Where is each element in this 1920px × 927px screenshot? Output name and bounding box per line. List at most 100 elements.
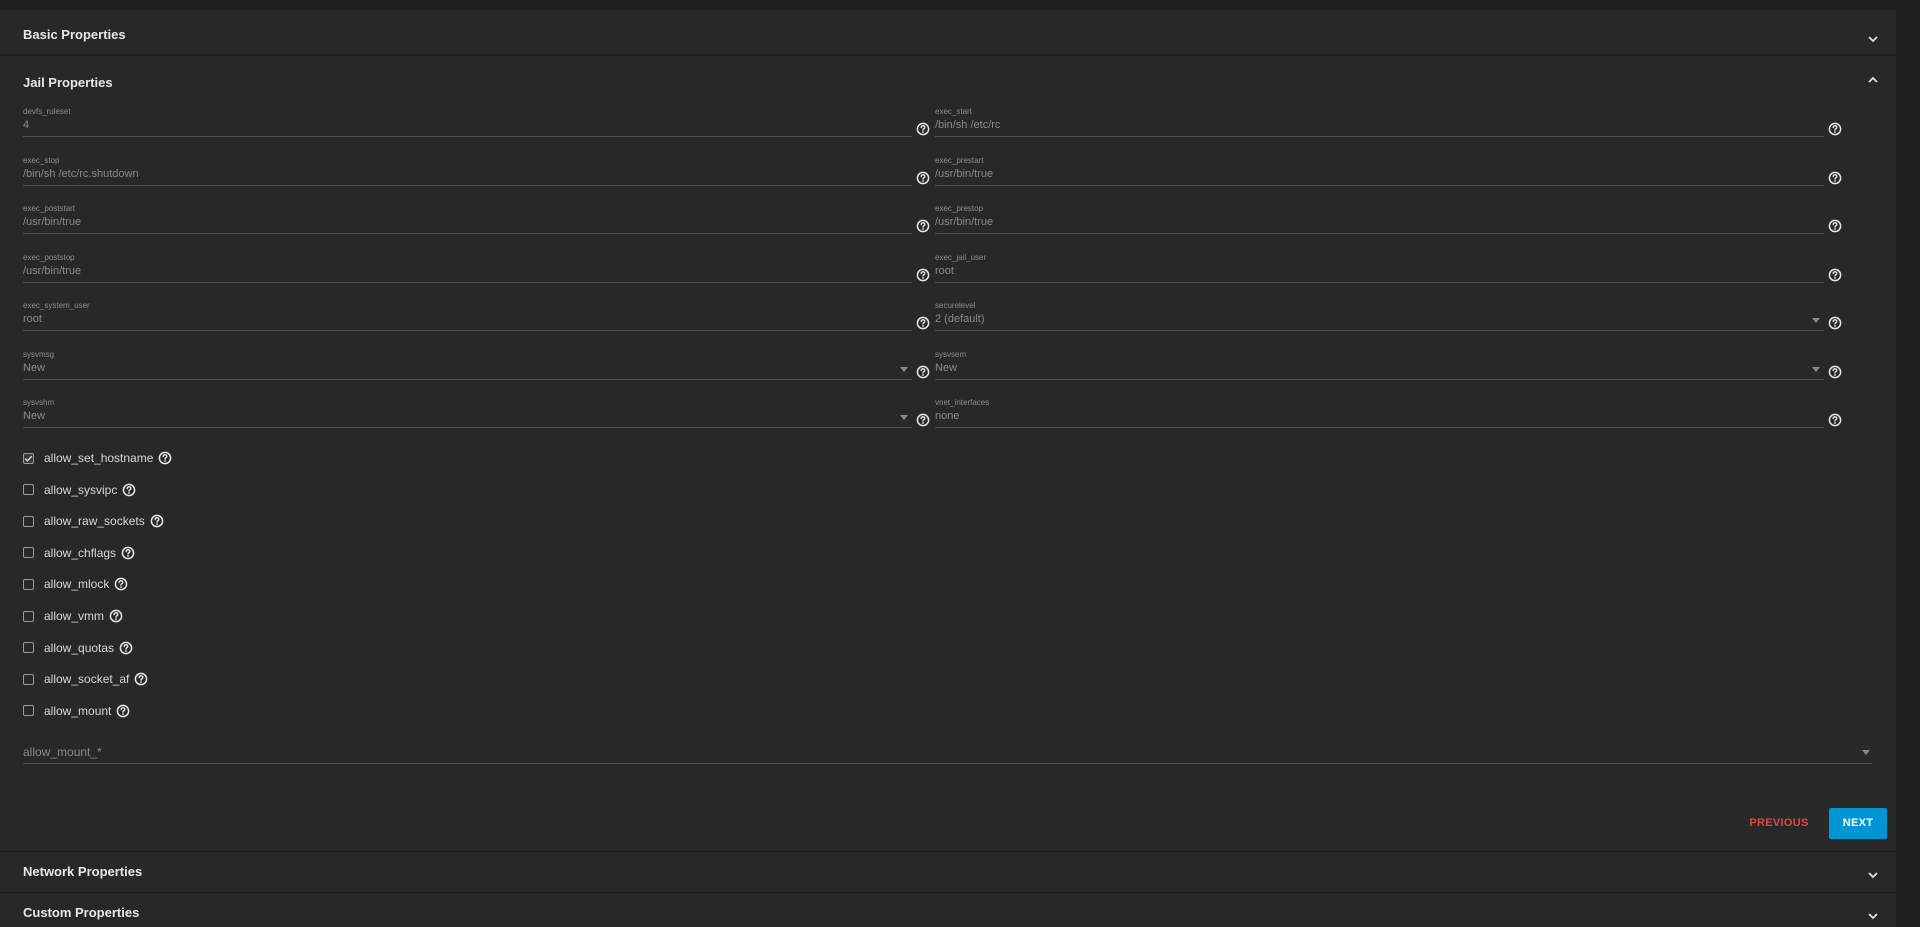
help-icon[interactable]	[1828, 413, 1842, 427]
allow-chflags-checkbox-row[interactable]: allow_chflags	[23, 545, 135, 561]
next-button[interactable]: NEXT	[1829, 808, 1887, 839]
field-value[interactable]: root	[935, 265, 954, 277]
basic-properties-panel[interactable]: Basic Properties	[0, 10, 1896, 54]
field-label: exec_prestop	[935, 204, 984, 213]
checkbox-label[interactable]: allow_sysvipc	[44, 483, 117, 497]
field-value[interactable]: /usr/bin/true	[935, 216, 993, 228]
help-icon[interactable]	[916, 219, 930, 233]
sysvshm-field[interactable]: sysvshm New	[23, 398, 930, 436]
checkbox-label[interactable]: allow_quotas	[44, 641, 114, 655]
dropdown-caret-icon[interactable]	[1812, 318, 1820, 323]
help-icon[interactable]	[158, 451, 172, 465]
allow-mlock-checkbox[interactable]	[23, 578, 34, 590]
allow-sysvipc-checkbox[interactable]	[23, 484, 34, 496]
allow-sysvipc-checkbox-row[interactable]: allow_sysvipc	[23, 482, 136, 498]
help-icon[interactable]	[1828, 219, 1842, 233]
chevron-up-icon[interactable]	[1866, 73, 1880, 87]
previous-button[interactable]: PREVIOUS	[1744, 813, 1814, 833]
checkbox-label[interactable]: allow_chflags	[44, 546, 116, 560]
sysvsem-field[interactable]: sysvsem New	[935, 350, 1842, 388]
field-value[interactable]: New	[935, 362, 957, 374]
allow-socket-af-checkbox-row[interactable]: allow_socket_af	[23, 671, 148, 687]
help-icon[interactable]	[1828, 268, 1842, 282]
help-icon[interactable]	[916, 171, 930, 185]
checkbox-label[interactable]: allow_mlock	[44, 577, 109, 591]
help-icon[interactable]	[1828, 171, 1842, 185]
field-value[interactable]: /usr/bin/true	[23, 216, 81, 228]
help-icon[interactable]	[122, 483, 136, 497]
field-underline	[23, 763, 1872, 764]
field-value[interactable]: /usr/bin/true	[935, 168, 993, 180]
help-icon[interactable]	[916, 268, 930, 282]
field-label: sysvmsg	[23, 349, 55, 359]
help-icon[interactable]	[150, 514, 164, 528]
allow-set-hostname-checkbox-row[interactable]: allow_set_hostname	[23, 450, 172, 466]
allow-chflags-checkbox[interactable]	[23, 547, 34, 559]
field-value[interactable]: root	[23, 313, 42, 325]
field-value[interactable]: New	[23, 410, 45, 422]
checkbox-label[interactable]: allow_socket_af	[44, 672, 129, 686]
checkbox-label[interactable]: allow_vmm	[44, 609, 104, 623]
allow-quotas-checkbox-row[interactable]: allow_quotas	[23, 640, 133, 656]
help-icon[interactable]	[121, 546, 135, 560]
field-value[interactable]: New	[23, 362, 45, 374]
allow-set-hostname-checkbox[interactable]	[23, 452, 34, 464]
exec-prestop-field[interactable]: exec_prestop/usr/bin/true	[935, 204, 1842, 242]
help-icon[interactable]	[916, 122, 930, 136]
devfs-ruleset-field[interactable]: devfs_ruleset 4	[23, 107, 930, 145]
page-scrollbar[interactable]	[1896, 0, 1920, 927]
exec-stop-field[interactable]: exec_stop/bin/sh /etc/rc.shutdown	[23, 156, 930, 194]
field-label: sysvshm	[23, 398, 55, 407]
exec-start-field[interactable]: exec_start/bin/sh /etc/rc	[935, 107, 1842, 145]
field-value[interactable]: none	[935, 410, 959, 422]
field-value[interactable]: 2 (default)	[935, 313, 985, 325]
allow-socket-af-checkbox[interactable]	[23, 673, 34, 685]
allow-raw-sockets-checkbox-row[interactable]: allow_raw_sockets	[23, 513, 164, 529]
exec-poststop-field[interactable]: exec_poststop/usr/bin/true	[23, 253, 930, 291]
allow-raw-sockets-checkbox[interactable]	[23, 515, 34, 527]
exec-system-user-field[interactable]: exec_system_user root	[23, 301, 930, 339]
allow-quotas-checkbox[interactable]	[23, 642, 34, 654]
dropdown-caret-icon[interactable]	[900, 366, 908, 372]
help-icon[interactable]	[1828, 122, 1842, 136]
help-icon[interactable]	[119, 641, 133, 655]
checkbox-label[interactable]: allow_mount	[44, 704, 111, 718]
network-properties-panel[interactable]: Network Properties	[0, 852, 1896, 892]
dropdown-caret-icon[interactable]	[1812, 366, 1820, 372]
securelevel-field[interactable]: securelevel 2 (default)	[935, 301, 1842, 339]
allow-mount-checkbox-row[interactable]: allow_mount	[23, 703, 130, 719]
field-value[interactable]: /bin/sh /etc/rc	[935, 119, 1000, 131]
help-icon[interactable]	[114, 577, 128, 591]
field-underline	[23, 330, 912, 331]
help-icon[interactable]	[116, 704, 130, 718]
dropdown-caret-icon[interactable]	[900, 415, 908, 420]
exec-jail-user-field[interactable]: exec_jail_user root	[935, 253, 1842, 291]
help-icon[interactable]	[134, 672, 148, 686]
vnet-interfaces-field[interactable]: vnet_interfaces none	[935, 398, 1842, 436]
allow-mount-select[interactable]: allow_mount_*	[23, 741, 1872, 779]
field-value[interactable]: /usr/bin/true	[23, 265, 81, 277]
chevron-down-icon[interactable]	[1866, 868, 1880, 882]
exec-poststart-field[interactable]: exec_poststart/usr/bin/true	[23, 204, 930, 242]
chevron-down-icon[interactable]	[1866, 909, 1880, 923]
help-icon[interactable]	[1828, 365, 1842, 379]
field-underline	[23, 184, 912, 186]
custom-properties-panel[interactable]: Custom Properties	[0, 893, 1896, 927]
field-value[interactable]: 4	[23, 119, 29, 131]
field-label: exec_poststart	[23, 204, 76, 213]
allow-mount-checkbox[interactable]	[23, 705, 34, 717]
allow-mlock-checkbox-row[interactable]: allow_mlock	[23, 576, 128, 592]
help-icon[interactable]	[916, 413, 930, 427]
help-icon[interactable]	[916, 316, 930, 330]
allow-vmm-checkbox-row[interactable]: allow_vmm	[23, 608, 123, 624]
checkbox-label[interactable]: allow_set_hostname	[44, 451, 153, 465]
field-value[interactable]: /bin/sh /etc/rc.shutdown	[23, 168, 139, 180]
sysvmsg-field[interactable]: sysvmsg New	[23, 349, 930, 388]
checkbox-label[interactable]: allow_raw_sockets	[44, 514, 145, 528]
help-icon[interactable]	[1828, 316, 1842, 330]
exec-prestart-field[interactable]: exec_prestart/usr/bin/true	[935, 156, 1842, 194]
help-icon[interactable]	[109, 609, 123, 623]
chevron-down-icon[interactable]	[1866, 32, 1880, 46]
help-icon[interactable]	[916, 365, 930, 379]
allow-vmm-checkbox[interactable]	[23, 610, 34, 622]
